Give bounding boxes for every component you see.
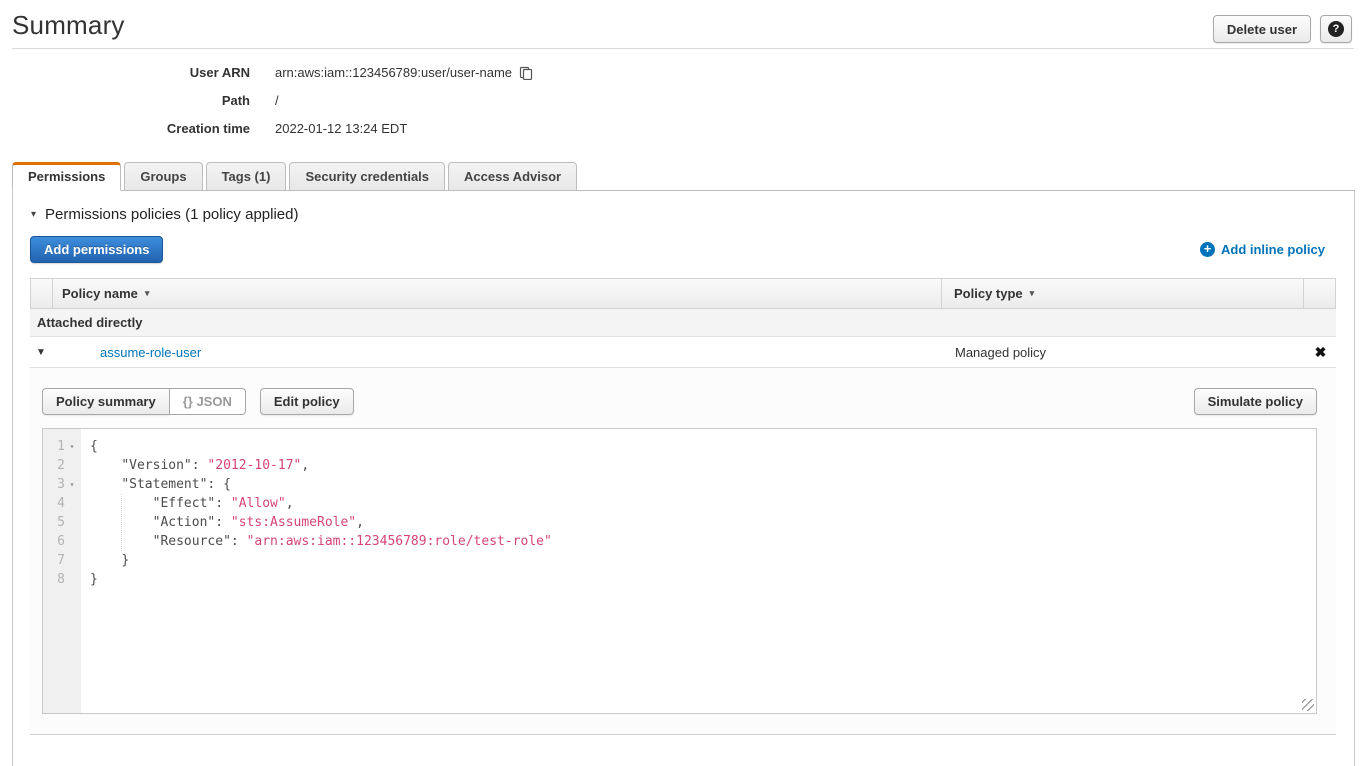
permissions-policies-section-header[interactable]: ▾ Permissions policies (1 policy applied… bbox=[31, 206, 1336, 223]
editor-gutter: 1▾ 2 3▾ 4 5 6 7 8 bbox=[43, 429, 81, 713]
permissions-tab-panel: ▾ Permissions policies (1 policy applied… bbox=[12, 191, 1355, 766]
meta-row-creation-time: Creation time 2022-01-12 13:24 EDT bbox=[0, 121, 1362, 136]
fold-icon[interactable]: ▾ bbox=[65, 475, 79, 494]
table-row-assume-role-user: ▼ assume-role-user Managed policy ✖ bbox=[30, 337, 1336, 368]
policy-detail-panel: Policy summary {} JSON Edit policy Simul… bbox=[30, 368, 1336, 735]
policy-type-column-header[interactable]: Policy type ▾ bbox=[942, 279, 1304, 308]
help-button[interactable]: ? bbox=[1320, 15, 1352, 43]
help-icon: ? bbox=[1328, 21, 1344, 37]
indent-guide bbox=[121, 494, 122, 551]
code-line: { bbox=[90, 437, 1316, 456]
tab-tags[interactable]: Tags (1) bbox=[206, 162, 287, 191]
code-line: "Effect": "Allow", bbox=[90, 494, 1316, 513]
action-column-header bbox=[1304, 279, 1335, 308]
tab-security-credentials[interactable]: Security credentials bbox=[289, 162, 445, 191]
policy-json-editor[interactable]: 1▾ 2 3▾ 4 5 6 7 8 { "Version": "2012-10-… bbox=[42, 428, 1317, 714]
policy-name-link[interactable]: assume-role-user bbox=[100, 345, 201, 360]
creation-time-label: Creation time bbox=[0, 121, 250, 136]
policy-actions-row: Add permissions + Add inline policy bbox=[30, 236, 1325, 263]
policy-name-column-header[interactable]: Policy name ▾ bbox=[53, 279, 942, 308]
code-line: "Version": "2012-10-17", bbox=[90, 456, 1316, 475]
meta-row-user-arn: User ARN arn:aws:iam::123456789:user/use… bbox=[0, 65, 1362, 80]
section-heading: Permissions policies (1 policy applied) bbox=[45, 206, 298, 223]
edit-policy-button[interactable]: Edit policy bbox=[260, 388, 354, 415]
delete-user-button[interactable]: Delete user bbox=[1213, 15, 1311, 43]
meta-row-path: Path / bbox=[0, 93, 1362, 108]
add-permissions-button[interactable]: Add permissions bbox=[30, 236, 163, 263]
tab-bar: Permissions Groups Tags (1) Security cre… bbox=[12, 162, 1355, 191]
path-value: / bbox=[275, 93, 279, 108]
code-line: "Action": "sts:AssumeRole", bbox=[90, 513, 1316, 532]
policy-type-value: Managed policy bbox=[943, 345, 1305, 360]
path-label: Path bbox=[0, 93, 250, 108]
fold-icon[interactable]: ▾ bbox=[65, 437, 79, 456]
creation-time-value: 2022-01-12 13:24 EDT bbox=[275, 121, 407, 136]
tab-permissions[interactable]: Permissions bbox=[12, 162, 121, 191]
code-line: "Resource": "arn:aws:iam::123456789:role… bbox=[90, 532, 1316, 551]
user-meta: User ARN arn:aws:iam::123456789:user/use… bbox=[0, 49, 1362, 149]
code-line: "Statement": { bbox=[90, 475, 1316, 494]
editor-code-area[interactable]: { "Version": "2012-10-17", "Statement": … bbox=[81, 429, 1316, 713]
code-line: } bbox=[90, 570, 1316, 589]
add-inline-policy-link[interactable]: + Add inline policy bbox=[1200, 242, 1325, 257]
tab-access-advisor[interactable]: Access Advisor bbox=[448, 162, 577, 191]
policy-view-toggle: Policy summary {} JSON bbox=[42, 388, 246, 415]
sort-icon: ▾ bbox=[145, 288, 150, 299]
tab-groups[interactable]: Groups bbox=[124, 162, 202, 191]
page-title: Summary bbox=[12, 10, 125, 41]
copy-icon[interactable] bbox=[519, 66, 533, 80]
section-collapse-icon: ▾ bbox=[31, 209, 36, 220]
plus-icon: + bbox=[1200, 242, 1215, 257]
sort-icon: ▾ bbox=[1030, 288, 1035, 299]
policy-summary-button[interactable]: Policy summary bbox=[42, 388, 170, 415]
policy-detail-buttons: Policy summary {} JSON Edit policy Simul… bbox=[42, 388, 1317, 415]
remove-policy-icon[interactable]: ✖ bbox=[1305, 344, 1336, 361]
code-line: } bbox=[90, 551, 1316, 570]
user-arn-label: User ARN bbox=[0, 65, 250, 80]
row-expand-icon[interactable]: ▼ bbox=[30, 347, 52, 358]
table-header-row: Policy name ▾ Policy type ▾ bbox=[30, 278, 1336, 309]
expand-column-header bbox=[31, 279, 53, 308]
attached-policies-table: Policy name ▾ Policy type ▾ Attached dir… bbox=[30, 278, 1336, 735]
header-actions: Delete user ? bbox=[1213, 15, 1352, 43]
user-arn-value: arn:aws:iam::123456789:user/user-name bbox=[275, 65, 512, 80]
editor-resize-handle[interactable] bbox=[1302, 699, 1314, 711]
page-header: Summary Delete user ? bbox=[0, 0, 1362, 48]
json-view-button[interactable]: {} JSON bbox=[170, 388, 246, 415]
simulate-policy-button[interactable]: Simulate policy bbox=[1194, 388, 1317, 415]
iam-user-summary-page: Summary Delete user ? User ARN arn:aws:i… bbox=[0, 0, 1362, 766]
attached-directly-group-row: Attached directly bbox=[30, 309, 1336, 337]
